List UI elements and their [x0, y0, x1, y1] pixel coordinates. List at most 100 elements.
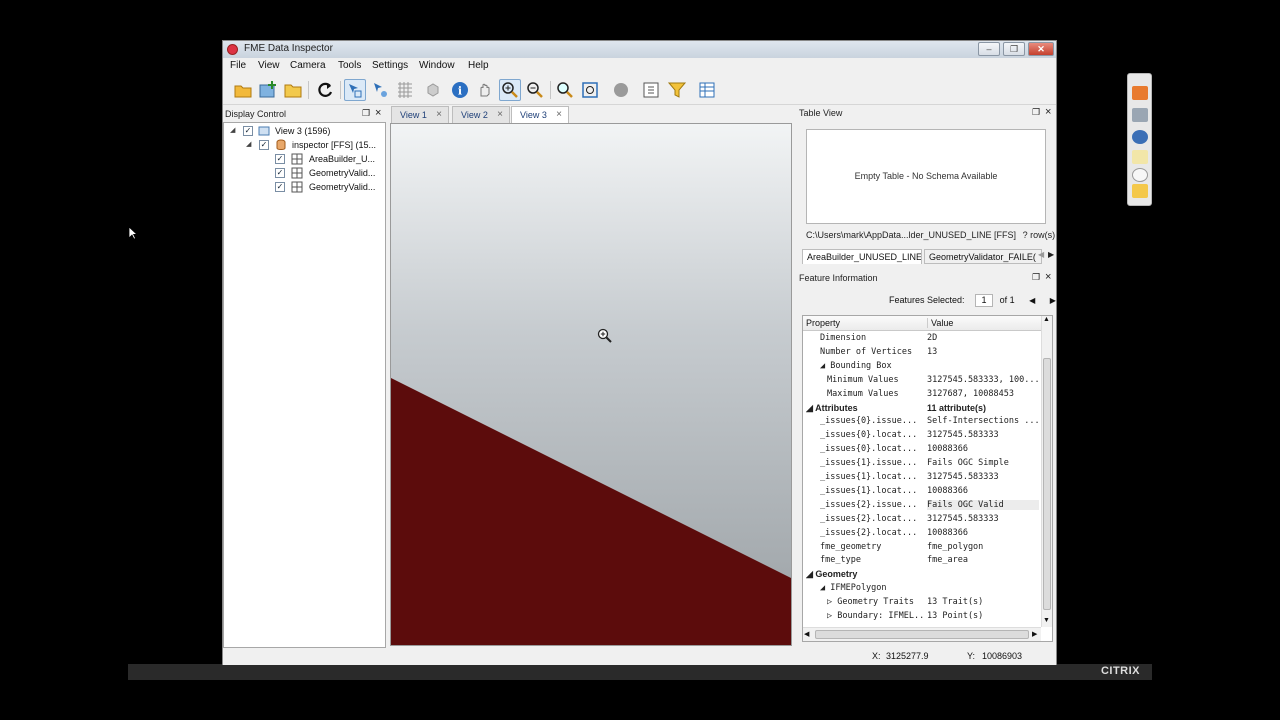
tree-item-dataset[interactable]: ◢ ✓ inspector [FFS] (15...: [224, 139, 384, 153]
scroll-right-icon[interactable]: ▶: [1032, 630, 1037, 638]
select-multiple-icon[interactable]: [369, 79, 391, 101]
scroll-up-icon[interactable]: ▲: [1043, 316, 1050, 323]
checkbox[interactable]: ✓: [275, 182, 285, 192]
attribute-row[interactable]: ▷ Geometry Traits 13 Trait(s): [803, 596, 1041, 610]
title-bar[interactable]: FME Data Inspector – ❐ ✕: [223, 41, 1056, 58]
float-panel-icon[interactable]: ❐: [362, 108, 370, 119]
add-dataset-icon[interactable]: [257, 79, 279, 101]
menu-tools[interactable]: Tools: [338, 60, 361, 71]
attribute-row[interactable]: Minimum Values 3127545.583333, 100...: [803, 374, 1041, 388]
attribute-row[interactable]: _issues{2}.locat... 3127545.583333: [803, 513, 1041, 527]
tree-item-feature-type[interactable]: ✓ GeometryValid...: [224, 181, 384, 195]
maximize-button[interactable]: ❐: [1003, 42, 1025, 56]
scroll-thumb[interactable]: [815, 630, 1029, 639]
folder-icon[interactable]: [282, 79, 304, 101]
float-panel-icon[interactable]: ❐: [1032, 107, 1040, 118]
feature-attribute-table[interactable]: Property Value Dimension 2D Number of Vert…: [802, 315, 1053, 642]
close-panel-icon[interactable]: ×: [1045, 106, 1051, 118]
menu-window[interactable]: Window: [419, 60, 455, 71]
menu-settings[interactable]: Settings: [372, 60, 408, 71]
grab-hand-icon[interactable]: [1132, 184, 1148, 198]
attribute-row[interactable]: _issues{2}.issue... Fails OGC Valid: [803, 499, 1041, 513]
scroll-thumb[interactable]: [1043, 358, 1051, 610]
attribute-row[interactable]: _issues{1}.locat... 3127545.583333: [803, 471, 1041, 485]
close-tab-icon[interactable]: ×: [497, 109, 503, 120]
tab-geometryvalidator-failed[interactable]: GeometryValidator_FAILE(: [924, 249, 1042, 264]
tree-item-view[interactable]: ◢ ✓ View 3 (1596): [224, 125, 384, 139]
tree-item-feature-type[interactable]: ✓ GeometryValid...: [224, 167, 384, 181]
stop-icon[interactable]: [610, 79, 632, 101]
tab-scroll-left-icon[interactable]: ◀: [1038, 250, 1044, 259]
attribute-row[interactable]: Maximum Values 3127687, 10088453: [803, 388, 1041, 402]
tab-view-2[interactable]: View 2 ×: [452, 106, 510, 123]
column-value[interactable]: Value: [927, 318, 953, 328]
attribute-row[interactable]: ◢ Bounding Box: [803, 360, 1041, 374]
checkbox[interactable]: ✓: [243, 126, 253, 136]
select-icon[interactable]: [344, 79, 366, 101]
cube-icon[interactable]: [422, 79, 444, 101]
menu-camera[interactable]: Camera: [290, 60, 326, 71]
tab-scroll-right-icon[interactable]: ▶: [1048, 250, 1054, 259]
scroll-left-icon[interactable]: ◀: [804, 630, 809, 638]
properties-icon[interactable]: [640, 79, 662, 101]
zoom-in-icon[interactable]: [499, 79, 521, 101]
attribute-row[interactable]: fme_geometry fme_polygon: [803, 541, 1041, 555]
next-feature-icon[interactable]: ▶: [1050, 296, 1056, 305]
vertical-scrollbar[interactable]: ▲ ▼: [1041, 316, 1052, 627]
collapse-arrow-icon[interactable]: ◢: [230, 126, 235, 134]
table-grid[interactable]: Empty Table - No Schema Available: [806, 129, 1046, 224]
checkbox[interactable]: ✓: [259, 140, 269, 150]
tab-view-3[interactable]: View 3 ×: [511, 106, 569, 124]
attribute-row[interactable]: _issues{0}.locat... 10088366: [803, 443, 1041, 457]
selected-area-feature[interactable]: [391, 378, 791, 645]
tab-view-1[interactable]: View 1 ×: [391, 106, 449, 123]
close-button[interactable]: ✕: [1028, 42, 1054, 56]
menu-view[interactable]: View: [258, 60, 280, 71]
open-folder-icon[interactable]: [232, 79, 254, 101]
tree-item-feature-type[interactable]: ✓ AreaBuilder_U...: [224, 153, 384, 167]
checkbox[interactable]: ✓: [275, 168, 285, 178]
close-panel-icon[interactable]: ×: [375, 107, 381, 119]
map-view-canvas[interactable]: [390, 123, 792, 646]
attribute-row[interactable]: _issues{0}.locat... 3127545.583333: [803, 429, 1041, 443]
refresh-icon[interactable]: [314, 79, 336, 101]
menu-help[interactable]: Help: [468, 60, 489, 71]
attribute-row[interactable]: _issues{1}.issue... Fails OGC Simple: [803, 457, 1041, 471]
help-icon[interactable]: [1132, 168, 1148, 182]
collapse-arrow-icon[interactable]: ◢: [246, 140, 251, 148]
pan-hand-icon[interactable]: [474, 79, 496, 101]
menu-file[interactable]: File: [230, 60, 246, 71]
filter-icon[interactable]: [666, 79, 688, 101]
scroll-down-icon[interactable]: ▼: [1043, 617, 1050, 624]
keyboard-icon[interactable]: [1132, 108, 1148, 122]
minimize-session-icon[interactable]: [1132, 86, 1148, 100]
close-tab-icon[interactable]: ×: [436, 109, 442, 120]
close-panel-icon[interactable]: ×: [1045, 271, 1051, 283]
horizontal-scrollbar[interactable]: ◀ ▶: [803, 627, 1041, 641]
column-property[interactable]: Property: [806, 318, 840, 328]
attribute-row[interactable]: _issues{2}.locat... 10088366: [803, 527, 1041, 541]
grid-icon[interactable]: [394, 79, 416, 101]
attribute-row[interactable]: Dimension 2D: [803, 332, 1041, 346]
zoom-extents-icon[interactable]: [579, 79, 601, 101]
attribute-row[interactable]: fme_type fme_area: [803, 554, 1041, 568]
attribute-row[interactable]: _issues{0}.issue... Self-Intersections ..…: [803, 415, 1041, 429]
attribute-row[interactable]: ◢ Geometry: [803, 568, 1041, 582]
attribute-row[interactable]: ◢ Attributes 11 attribute(s): [803, 402, 1041, 416]
attribute-row[interactable]: ◢ IFMEPolygon: [803, 582, 1041, 596]
tab-areabuilder-unused-line[interactable]: AreaBuilder_UNUSED_LINE: [802, 249, 922, 264]
table-icon[interactable]: [696, 79, 718, 101]
preferences-icon[interactable]: [1132, 150, 1148, 164]
float-panel-icon[interactable]: ❐: [1032, 272, 1040, 283]
info-icon[interactable]: i: [449, 79, 471, 101]
zoom-to-selection-icon[interactable]: [554, 79, 576, 101]
attribute-row[interactable]: _issues{1}.locat... 10088366: [803, 485, 1041, 499]
previous-feature-icon[interactable]: ◀: [1029, 296, 1035, 305]
attribute-row[interactable]: ▷ Boundary: IFMEL... 13 Point(s): [803, 610, 1041, 624]
minimize-button[interactable]: –: [978, 42, 1000, 56]
feature-index-field[interactable]: 1: [975, 294, 994, 307]
close-tab-icon[interactable]: ×: [556, 109, 562, 120]
zoom-out-icon[interactable]: [524, 79, 546, 101]
checkbox[interactable]: ✓: [275, 154, 285, 164]
attribute-row[interactable]: Number of Vertices 13: [803, 346, 1041, 360]
